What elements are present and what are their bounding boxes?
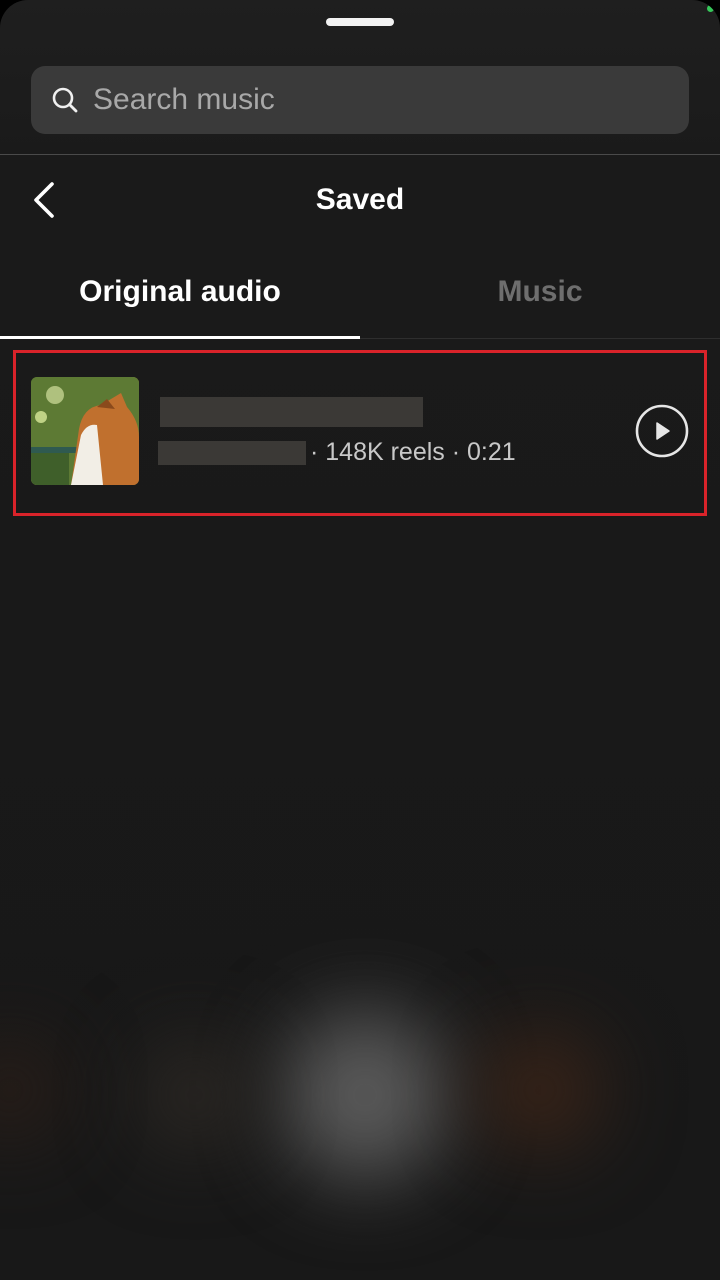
background-blur-warm — [480, 1030, 600, 1150]
background-blur-light — [280, 1010, 450, 1180]
header-divider — [0, 154, 720, 155]
search-input[interactable]: Search music — [93, 66, 275, 134]
tab-original-audio[interactable]: Original audio — [0, 270, 360, 314]
background-blur-far-left — [0, 1040, 60, 1140]
page-title: Saved — [315, 183, 405, 216]
tab-music[interactable]: Music — [360, 270, 720, 314]
audio-picker-sheet: Search music Saved Original audio Music … — [0, 0, 720, 1280]
active-tab-indicator — [0, 336, 360, 339]
sheet-grabber-handle[interactable] — [326, 18, 394, 26]
camera-indicator-dot — [707, 5, 714, 12]
search-bar[interactable]: Search music — [31, 66, 689, 134]
background-blur-left — [140, 1040, 250, 1150]
search-icon — [52, 87, 78, 113]
selection-highlight — [13, 350, 707, 516]
